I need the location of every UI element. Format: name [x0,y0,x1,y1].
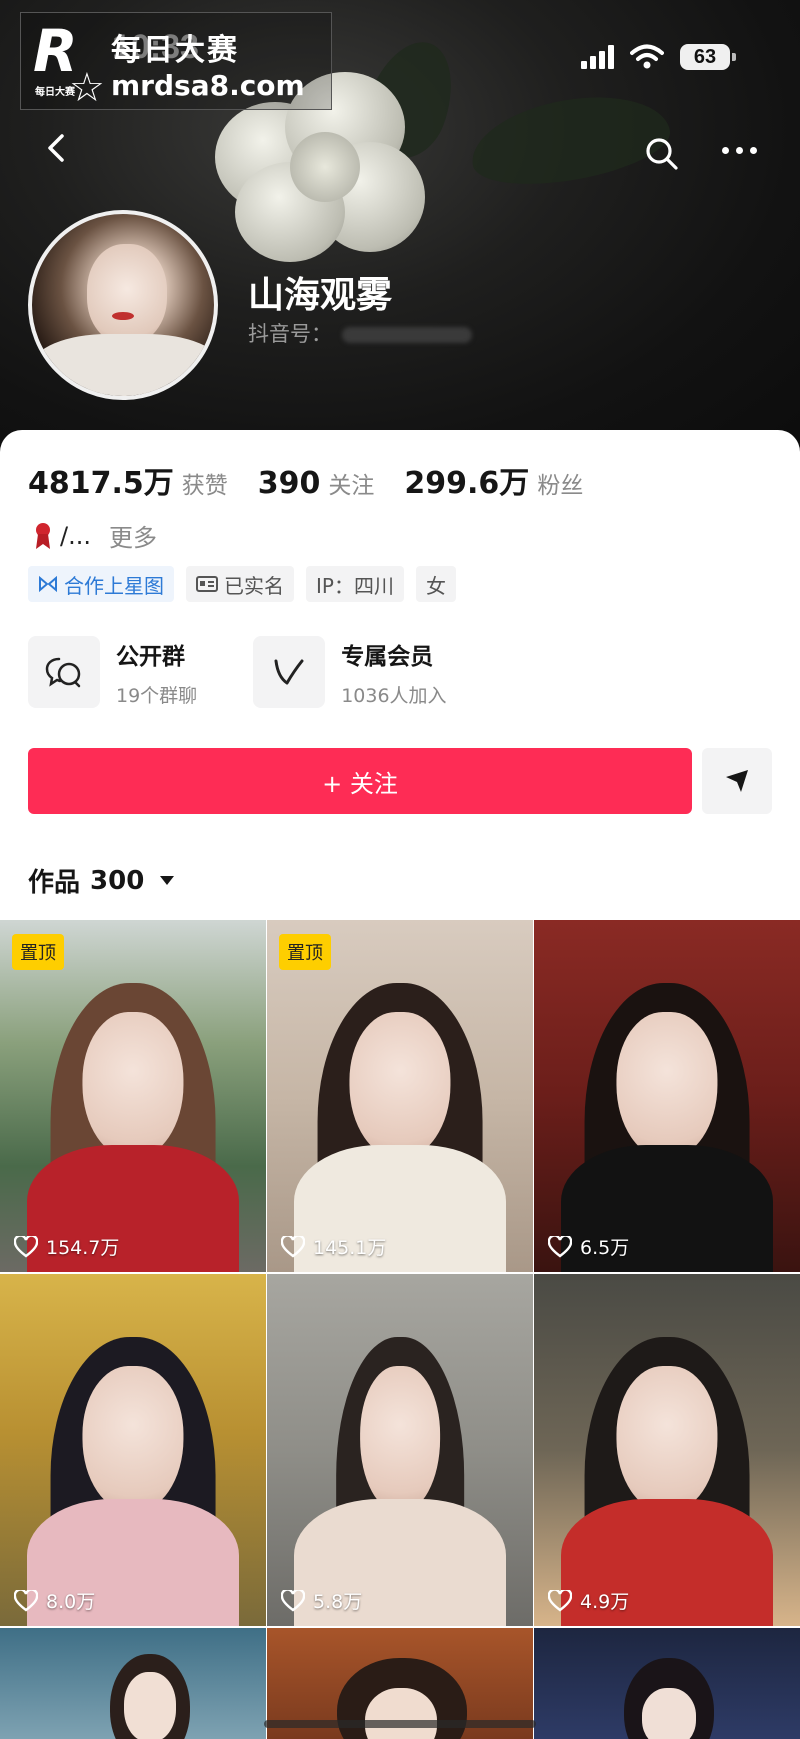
membership-subtitle: 1036人加入 [341,684,447,707]
bio-text: /... [60,521,91,550]
search-icon[interactable] [644,136,680,172]
heart-icon [14,1235,38,1258]
watermark-logo: R ☆ 每日大赛 [33,17,105,111]
pinned-badge: 置顶 [12,934,64,970]
douyin-id: 抖音号： [248,318,472,348]
heart-icon [14,1589,38,1612]
post-likes: 5.8万 [281,1587,362,1614]
tag-gender: 女 [415,566,456,602]
likes-label: 获赞 [181,473,228,499]
post-likes: 4.9万 [548,1587,629,1614]
public-group-entry[interactable]: 公开群 19个群聊 [28,636,197,708]
following-count[interactable]: 390 [258,466,321,501]
group-row: 公开群 19个群聊 专属会员 1036人加入 [28,636,447,708]
ribbon-icon [36,522,50,549]
group-title: 公开群 [116,643,185,670]
dropdown-caret-icon [160,876,175,885]
posts-grid: 置顶 154.7万 置顶 145.1万 6.5万 8.0万 5.8万 4.9万 [0,920,800,1739]
watermark-title: 每日大赛 [111,33,239,68]
message-button[interactable] [702,748,772,814]
heart-icon [548,1589,572,1612]
id-card-icon [196,576,218,592]
likes-count: 4817.5万 [28,466,174,501]
followers-label[interactable]: 粉丝 [537,466,583,500]
profile-header: 10:33 R ☆ 每日大赛 每日大赛 mrdsa8.com 63 山海观雾 抖… [0,0,800,460]
post-likes: 154.7万 [14,1233,119,1260]
bio[interactable]: /... 更多 [34,518,157,553]
follow-button[interactable]: + 关注 [28,748,692,814]
tag-ip: IP：四川 [306,566,404,602]
works-count: 300 [90,865,145,896]
post-tile[interactable]: 8.0万 [0,1274,266,1626]
post-tile[interactable] [0,1628,266,1739]
post-tile[interactable] [534,1628,800,1739]
wifi-icon [630,44,664,69]
membership-title: 专属会员 [341,643,434,670]
post-tile[interactable]: 置顶 145.1万 [267,920,533,1272]
heart-icon [281,1235,305,1258]
post-likes: 6.5万 [548,1233,629,1260]
followers-count[interactable]: 299.6万 [404,458,529,502]
v-logo-icon [253,636,326,708]
more-options-icon[interactable] [722,138,762,162]
heart-icon [281,1589,305,1612]
tag-star-graph[interactable]: 合作上星图 [28,566,174,602]
status-icons: 63 [581,44,736,70]
pinned-badge: 置顶 [279,934,331,970]
watermark-url: mrdsa8.com [111,69,305,102]
chat-bubbles-icon [28,636,100,708]
tag-verified: 已实名 [186,566,294,602]
post-tile[interactable]: 4.9万 [534,1274,800,1626]
following-label[interactable]: 关注 [328,466,374,500]
blurred-id [342,327,472,343]
send-arrow-icon [726,770,748,792]
tag-row: 合作上星图 已实名 IP：四川 女 [28,566,456,602]
works-label: 作品 [28,868,81,898]
membership-entry[interactable]: 专属会员 1036人加入 [253,636,447,708]
heart-icon [548,1235,572,1258]
post-likes: 8.0万 [14,1587,95,1614]
back-arrow-icon[interactable] [38,128,78,168]
group-subtitle: 19个群聊 [116,684,198,707]
avatar[interactable] [28,210,218,400]
works-tab[interactable]: 作品 300 [28,862,175,899]
stats-row: 4817.5万 获赞 390 关注 299.6万 粉丝 [28,458,613,502]
post-tile[interactable]: 5.8万 [267,1274,533,1626]
post-tile[interactable]: 6.5万 [534,920,800,1272]
post-tile[interactable]: 置顶 154.7万 [0,920,266,1272]
battery-indicator: 63 [680,44,736,70]
profile-name: 山海观雾 [248,275,393,316]
post-likes: 145.1万 [281,1233,386,1260]
watermark-banner: R ☆ 每日大赛 每日大赛 mrdsa8.com [20,12,332,111]
star-graph-icon [39,575,57,593]
cellular-signal-icon [581,45,614,69]
bio-more-link[interactable]: 更多 [109,518,157,553]
home-indicator[interactable] [264,1720,536,1728]
